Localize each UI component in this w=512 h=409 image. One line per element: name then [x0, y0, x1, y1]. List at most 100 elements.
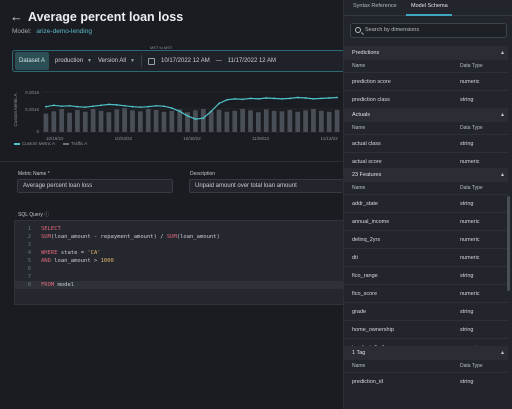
column-header: Name Data Type	[344, 123, 508, 134]
code-line[interactable]: 3	[15, 241, 344, 249]
schema-row[interactable]: prediction score numeric	[344, 72, 508, 90]
panel-scrollbar[interactable]	[507, 196, 510, 291]
code-line[interactable]: 8 FROM model	[15, 281, 344, 289]
schema-row[interactable]: dti numeric	[344, 248, 508, 266]
chevron-up-icon[interactable]: ▴	[501, 46, 504, 60]
schema-row[interactable]: delinq_2yrs numeric	[344, 230, 508, 248]
field-name: annual_income	[352, 219, 390, 225]
traffic-bar	[153, 109, 159, 132]
code-line[interactable]: 6	[15, 265, 344, 273]
section-divider	[0, 161, 343, 162]
metric-point	[123, 104, 126, 107]
metric-point	[320, 97, 323, 100]
metric-point	[210, 110, 213, 113]
line-number: 7	[27, 274, 31, 280]
code-line[interactable]: 7	[15, 273, 344, 281]
sql-editor[interactable]: 1 SELECT 2 SUM(loan_amount - repayment_amou…	[14, 220, 344, 305]
model-link[interactable]: arize-demo-lending	[36, 28, 92, 35]
schema-row[interactable]: actual class string	[344, 134, 508, 152]
schema-row[interactable]: fico_score numeric	[344, 284, 508, 302]
schema-row[interactable]: prediction_id string	[344, 372, 508, 390]
line-number: 2	[27, 234, 31, 240]
field-type: string	[460, 309, 474, 315]
model-info: Model: arize-demo-lending	[12, 28, 92, 35]
section-header-predictions[interactable]: Predictions ▴	[344, 46, 508, 60]
column-header: Name Data Type	[344, 361, 508, 372]
schema-row[interactable]: fico_range string	[344, 266, 508, 284]
line-number: 1	[27, 226, 31, 232]
traffic-bar	[263, 109, 269, 132]
section-header-features[interactable]: 23 Features ▴	[344, 168, 508, 182]
tab-model-schema[interactable]: Model Schema	[411, 3, 448, 9]
legend-item-custom-metric: Custom Metric A	[14, 141, 55, 146]
calendar-icon[interactable]	[147, 57, 155, 65]
traffic-bar	[200, 109, 206, 132]
metric-point	[45, 105, 47, 108]
code-line[interactable]: 5 AND loan_amount > 1000	[15, 257, 344, 265]
code-text: WHERE state = 'CA'	[41, 250, 101, 256]
start-date[interactable]: 10/17/2022 12 AM	[161, 58, 210, 64]
end-date[interactable]: 11/17/2022 12 AM	[228, 58, 276, 64]
code-line[interactable]: 4 WHERE state = 'CA'	[15, 249, 344, 257]
line-number: 4	[27, 250, 31, 256]
description-input[interactable]: Unpaid amount over total loan amount	[189, 179, 343, 193]
chevron-up-icon[interactable]: ▴	[501, 168, 504, 182]
field-name: prediction score	[352, 79, 391, 85]
section-title: Actuals	[352, 112, 371, 118]
title-row: ← Average percent loan loss	[10, 10, 183, 25]
chevron-up-icon[interactable]: ▴	[501, 346, 504, 360]
metric-point	[304, 97, 307, 99]
version-select[interactable]: Version All ▼	[98, 58, 135, 64]
legend-item-traffic: Traffic A	[63, 141, 87, 146]
back-arrow-icon[interactable]: ←	[10, 10, 24, 24]
field-name: addr_state	[352, 201, 378, 207]
tab-syntax-reference[interactable]: Syntax Reference	[353, 3, 397, 9]
schema-row[interactable]: annual_income numeric	[344, 212, 508, 230]
section-header-tags[interactable]: 1 Tag ▴	[344, 346, 508, 360]
metric-point	[52, 104, 55, 107]
col-type: Data Type	[460, 185, 483, 191]
metric-point	[163, 105, 165, 108]
metric-point	[194, 118, 197, 121]
traffic-bar	[145, 109, 151, 132]
schema-row[interactable]: prediction class string	[344, 90, 508, 108]
traffic-bar	[98, 110, 104, 132]
environment-select[interactable]: production ▼	[55, 58, 92, 64]
metric-point	[288, 97, 291, 100]
schema-row[interactable]: grade string	[344, 302, 508, 320]
metric-point	[273, 97, 276, 100]
search-icon	[355, 27, 361, 33]
code-line[interactable]: 2 SUM(loan_amount - repayment_amount) / S…	[15, 233, 344, 241]
traffic-bar	[232, 110, 238, 132]
description-label: Description	[190, 171, 216, 177]
metric-point	[76, 105, 79, 108]
metric-name-input[interactable]: Average percent loan loss	[17, 179, 173, 193]
traffic-bar	[43, 113, 49, 132]
schema-row[interactable]: addr_state string	[344, 194, 508, 212]
col-type: Data Type	[460, 125, 483, 131]
field-type: numeric	[460, 219, 480, 225]
code-line[interactable]: 1 SELECT	[15, 225, 344, 233]
metric-point	[202, 117, 205, 120]
environment-value: production	[55, 58, 84, 64]
traffic-bar	[75, 109, 80, 132]
section-header-actuals[interactable]: Actuals ▴	[344, 108, 508, 122]
traffic-bar	[271, 110, 277, 132]
code-text: SUM(loan_amount - repayment_amount) / SU…	[41, 234, 220, 240]
chevron-down-icon: ▼	[87, 58, 92, 64]
field-name: prediction class	[352, 97, 390, 103]
traffic-bar	[90, 109, 96, 132]
schema-search-input[interactable]: Search by dimensions	[350, 23, 507, 38]
filter-bar: Dataset A production ▼ Version All ▼ 10/…	[12, 50, 344, 72]
x-tick-label: 11/06/22	[252, 136, 270, 141]
search-placeholder: Search by dimensions	[365, 27, 420, 33]
schema-row[interactable]: home_ownership string	[344, 320, 508, 338]
metric-point	[131, 105, 134, 108]
x-tick-label: 11/13/22	[321, 136, 339, 141]
metric-point	[147, 105, 150, 108]
chevron-up-icon[interactable]: ▴	[501, 108, 504, 122]
y-axis-label: Custom Metric A	[13, 93, 18, 126]
model-label: Model:	[12, 28, 32, 35]
field-name: dti	[352, 255, 358, 261]
dataset-badge[interactable]: Dataset A	[15, 52, 50, 70]
